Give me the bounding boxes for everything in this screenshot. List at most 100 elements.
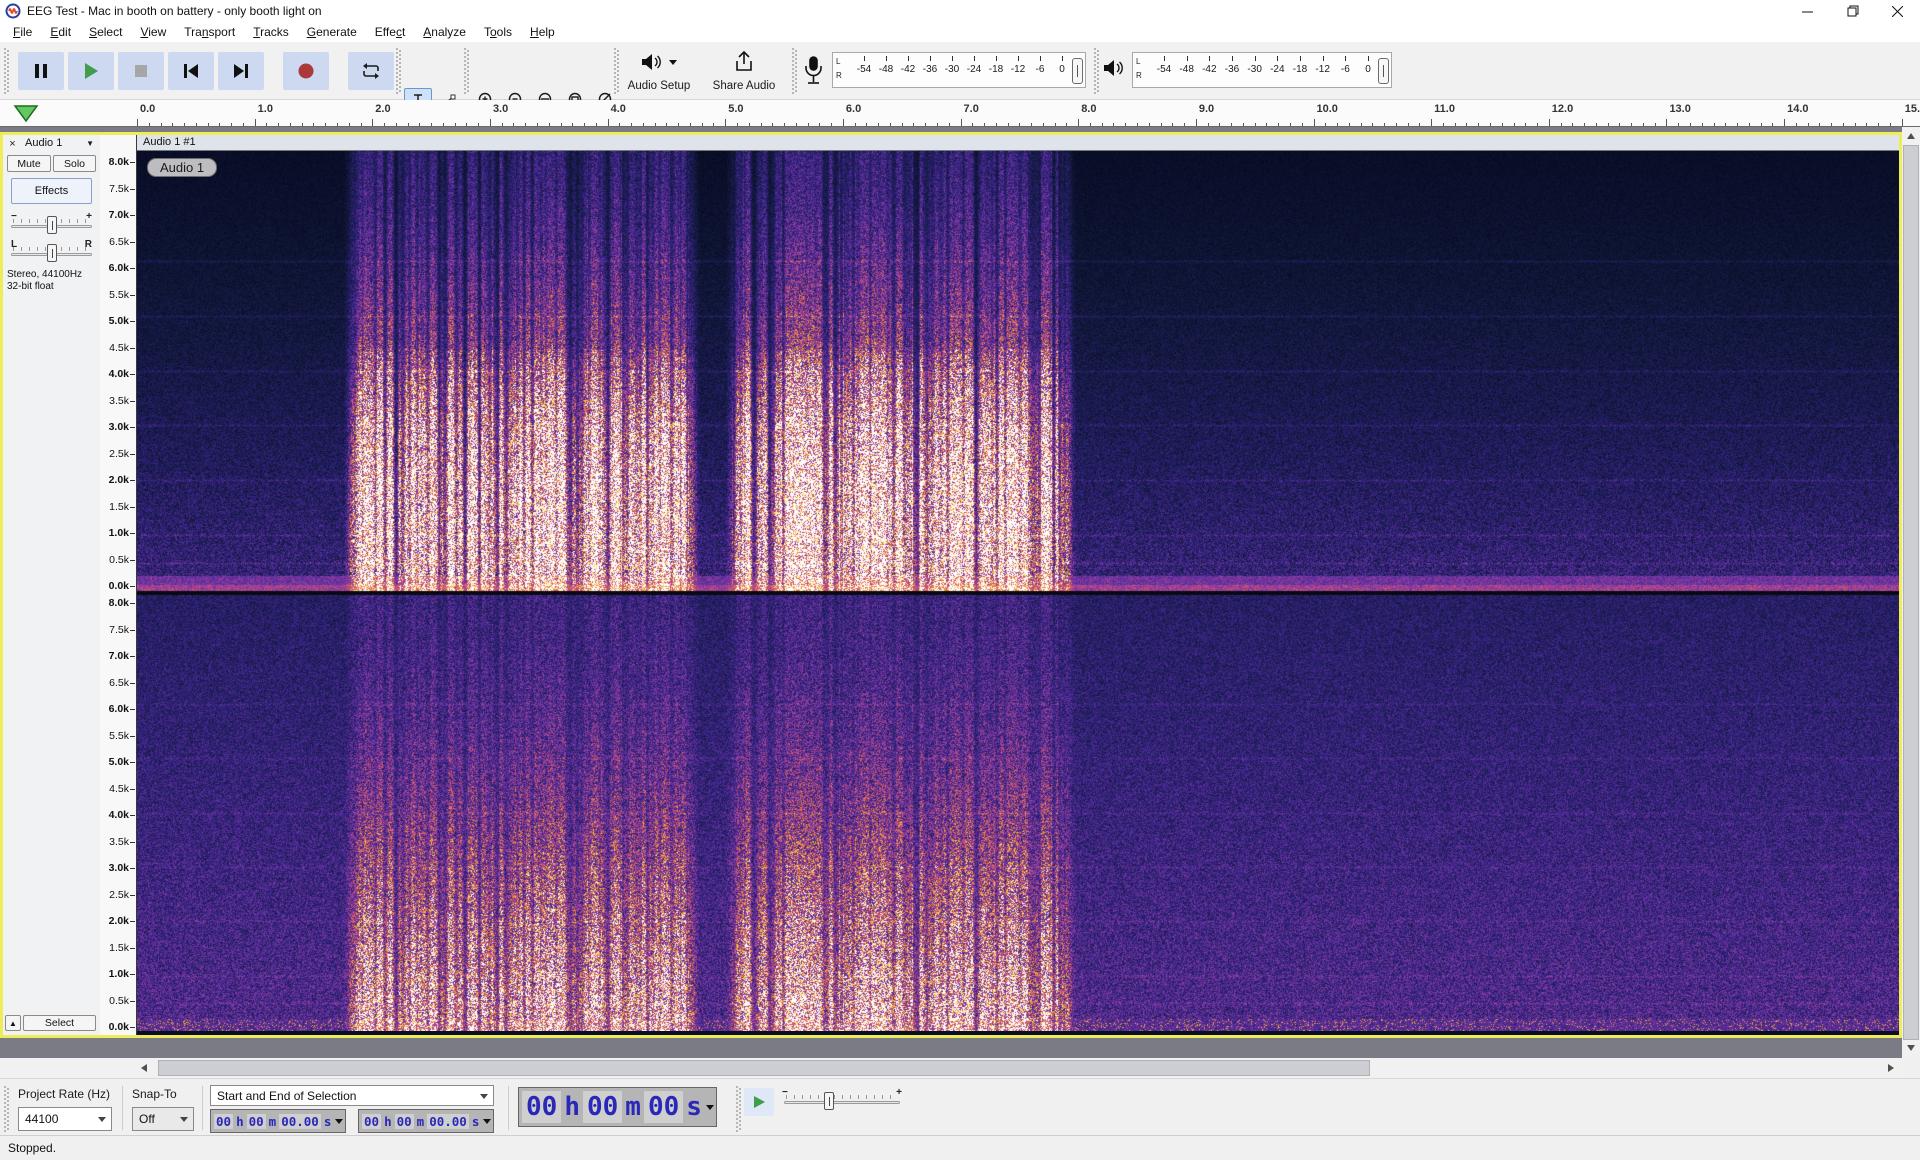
horizontal-scrollbar[interactable] (0, 1058, 1902, 1078)
snap-to-combo[interactable]: Off (132, 1107, 194, 1131)
vertical-scrollbar[interactable] (1902, 127, 1920, 1058)
time-format-dropdown[interactable] (706, 1105, 714, 1110)
track-title[interactable]: Audio 1 (25, 137, 62, 149)
play-button[interactable] (68, 52, 114, 90)
time-unit: s (470, 1114, 482, 1129)
menu-tracks[interactable]: Tracks (244, 23, 298, 41)
time-digits[interactable]: 00 (362, 1114, 381, 1129)
time-digits[interactable]: 00 (395, 1114, 414, 1129)
share-audio-label: Share Audio (713, 80, 776, 92)
stop-button[interactable] (118, 52, 164, 90)
gain-slider-thumb[interactable] (47, 216, 57, 234)
record-button[interactable] (283, 52, 329, 90)
recording-meter[interactable]: L R -54-48-42-36-30-24-18-12-60 (832, 52, 1086, 88)
selection-toolbar-grip[interactable] (4, 1086, 10, 1132)
audio-position-display[interactable]: 00h00m00s (518, 1087, 717, 1127)
playback-speed-slider[interactable]: − + (782, 1087, 902, 1113)
selection-start-field[interactable]: 00h00m00.00s (210, 1109, 346, 1133)
menu-effect[interactable]: Effect (366, 23, 414, 41)
track-close-button[interactable]: × (6, 138, 19, 151)
freq-label: 4.0k (109, 809, 129, 821)
transport-grip[interactable] (4, 48, 10, 94)
selection-end-field[interactable]: 00h00m00.00s (358, 1109, 494, 1133)
time-digits[interactable]: 00 (522, 1091, 561, 1123)
audio-track: × Audio 1 ▼ Mute Solo Effects − + L R (0, 132, 1902, 1038)
timeline-ruler[interactable]: 0.01.02.03.04.05.06.07.08.09.010.011.012… (0, 100, 1920, 127)
playback-meter-handle[interactable] (1378, 58, 1389, 84)
edit-grip[interactable] (464, 48, 470, 94)
pan-slider[interactable]: L R (9, 239, 94, 265)
menu-view[interactable]: View (131, 23, 175, 41)
effects-button[interactable]: Effects (11, 178, 92, 204)
freq-label: 5.5k (109, 730, 129, 742)
menu-generate[interactable]: Generate (298, 23, 366, 41)
track-name-overlay[interactable]: Audio 1 (147, 158, 217, 177)
time-digits[interactable]: 00.00 (279, 1114, 321, 1129)
play-at-speed-button[interactable] (744, 1088, 774, 1116)
menu-tools[interactable]: Tools (475, 23, 521, 41)
track-menu-dropdown[interactable]: ▼ (86, 139, 94, 148)
pinned-play-head-icon[interactable] (13, 104, 39, 123)
clip-header[interactable]: Audio 1 #1 (137, 135, 1899, 151)
menu-transport[interactable]: Transport (175, 23, 244, 41)
menu-select[interactable]: Select (80, 23, 131, 41)
time-format-dropdown[interactable] (335, 1119, 343, 1124)
selection-mode-combo[interactable]: Start and End of Selection (210, 1085, 494, 1106)
share-audio-button[interactable]: Share Audio (704, 46, 784, 96)
timeline-label: 4.0 (611, 103, 626, 115)
meter-scale-label: -24 (1270, 64, 1284, 75)
audio-clip[interactable]: Audio 1 #1 Audio 1 (137, 135, 1899, 1035)
time-format-dropdown[interactable] (483, 1119, 491, 1124)
project-rate-combo[interactable]: 44100 (18, 1107, 112, 1131)
menu-file[interactable]: File (4, 23, 41, 41)
time-digits[interactable]: 00.00 (427, 1114, 469, 1129)
track-select-button[interactable]: Select (23, 1015, 96, 1031)
microphone-icon[interactable] (802, 56, 824, 86)
meter-scale-label: -24 (967, 64, 981, 75)
vertical-scrollbar-thumb[interactable] (1903, 145, 1919, 1040)
meter-scale-label: -12 (1315, 64, 1329, 75)
horizontal-scrollbar-thumb[interactable] (158, 1060, 1370, 1076)
record-meter-grip[interactable] (792, 48, 798, 94)
collapse-track-button[interactable]: ▲ (5, 1015, 21, 1031)
playback-speaker-icon[interactable] (1102, 58, 1126, 80)
menu-analyze[interactable]: Analyze (414, 23, 475, 41)
scroll-left-arrow[interactable] (141, 1064, 147, 1072)
playback-meter[interactable]: L R -54-48-42-36-30-24-18-12-60 (1132, 52, 1392, 88)
skip-to-start-button[interactable] (168, 52, 214, 90)
scroll-right-arrow[interactable] (1888, 1064, 1894, 1072)
share-upload-icon (733, 50, 755, 74)
skip-to-end-button[interactable] (218, 52, 264, 90)
spectrogram-canvas[interactable] (137, 151, 1899, 1031)
tools-grip[interactable] (396, 48, 402, 94)
timeline-label: 6.0 (846, 103, 861, 115)
menu-help[interactable]: Help (521, 23, 564, 41)
close-button[interactable] (1875, 0, 1920, 22)
mute-button[interactable]: Mute (7, 155, 51, 172)
time-digits[interactable]: 00 (247, 1114, 266, 1129)
frequency-ruler[interactable]: 8.0k7.5k7.0k6.5k6.0k5.5k5.0k4.5k4.0k3.5k… (100, 135, 137, 1035)
gain-slider[interactable]: − + (9, 211, 94, 237)
play-at-speed-grip[interactable] (736, 1086, 742, 1132)
scroll-down-arrow[interactable] (1907, 1045, 1915, 1051)
minimize-button[interactable] (1785, 0, 1830, 22)
solo-button[interactable]: Solo (53, 155, 96, 172)
time-digits[interactable]: 00 (644, 1091, 683, 1123)
timeline-label: 3.0 (493, 103, 508, 115)
freq-label: 2.0k (109, 474, 129, 486)
playback-meter-grip[interactable] (1094, 48, 1100, 94)
time-digits[interactable]: 00 (583, 1091, 622, 1123)
freq-label: 3.0k (109, 421, 129, 433)
freq-label: 5.0k (109, 756, 129, 768)
selection-toolbar: Project Rate (Hz) 44100 Snap-To Off Star… (0, 1078, 1920, 1135)
audio-setup-button[interactable]: Audio Setup (620, 46, 698, 96)
pan-slider-thumb[interactable] (47, 244, 57, 262)
menu-edit[interactable]: Edit (41, 23, 80, 41)
scroll-up-arrow[interactable] (1907, 133, 1915, 139)
pause-button[interactable] (18, 52, 64, 90)
recording-meter-handle[interactable] (1072, 58, 1083, 84)
playback-speed-thumb[interactable] (824, 1092, 834, 1110)
restore-button[interactable] (1830, 0, 1875, 22)
time-digits[interactable]: 00 (214, 1114, 233, 1129)
loop-button[interactable] (348, 52, 394, 90)
